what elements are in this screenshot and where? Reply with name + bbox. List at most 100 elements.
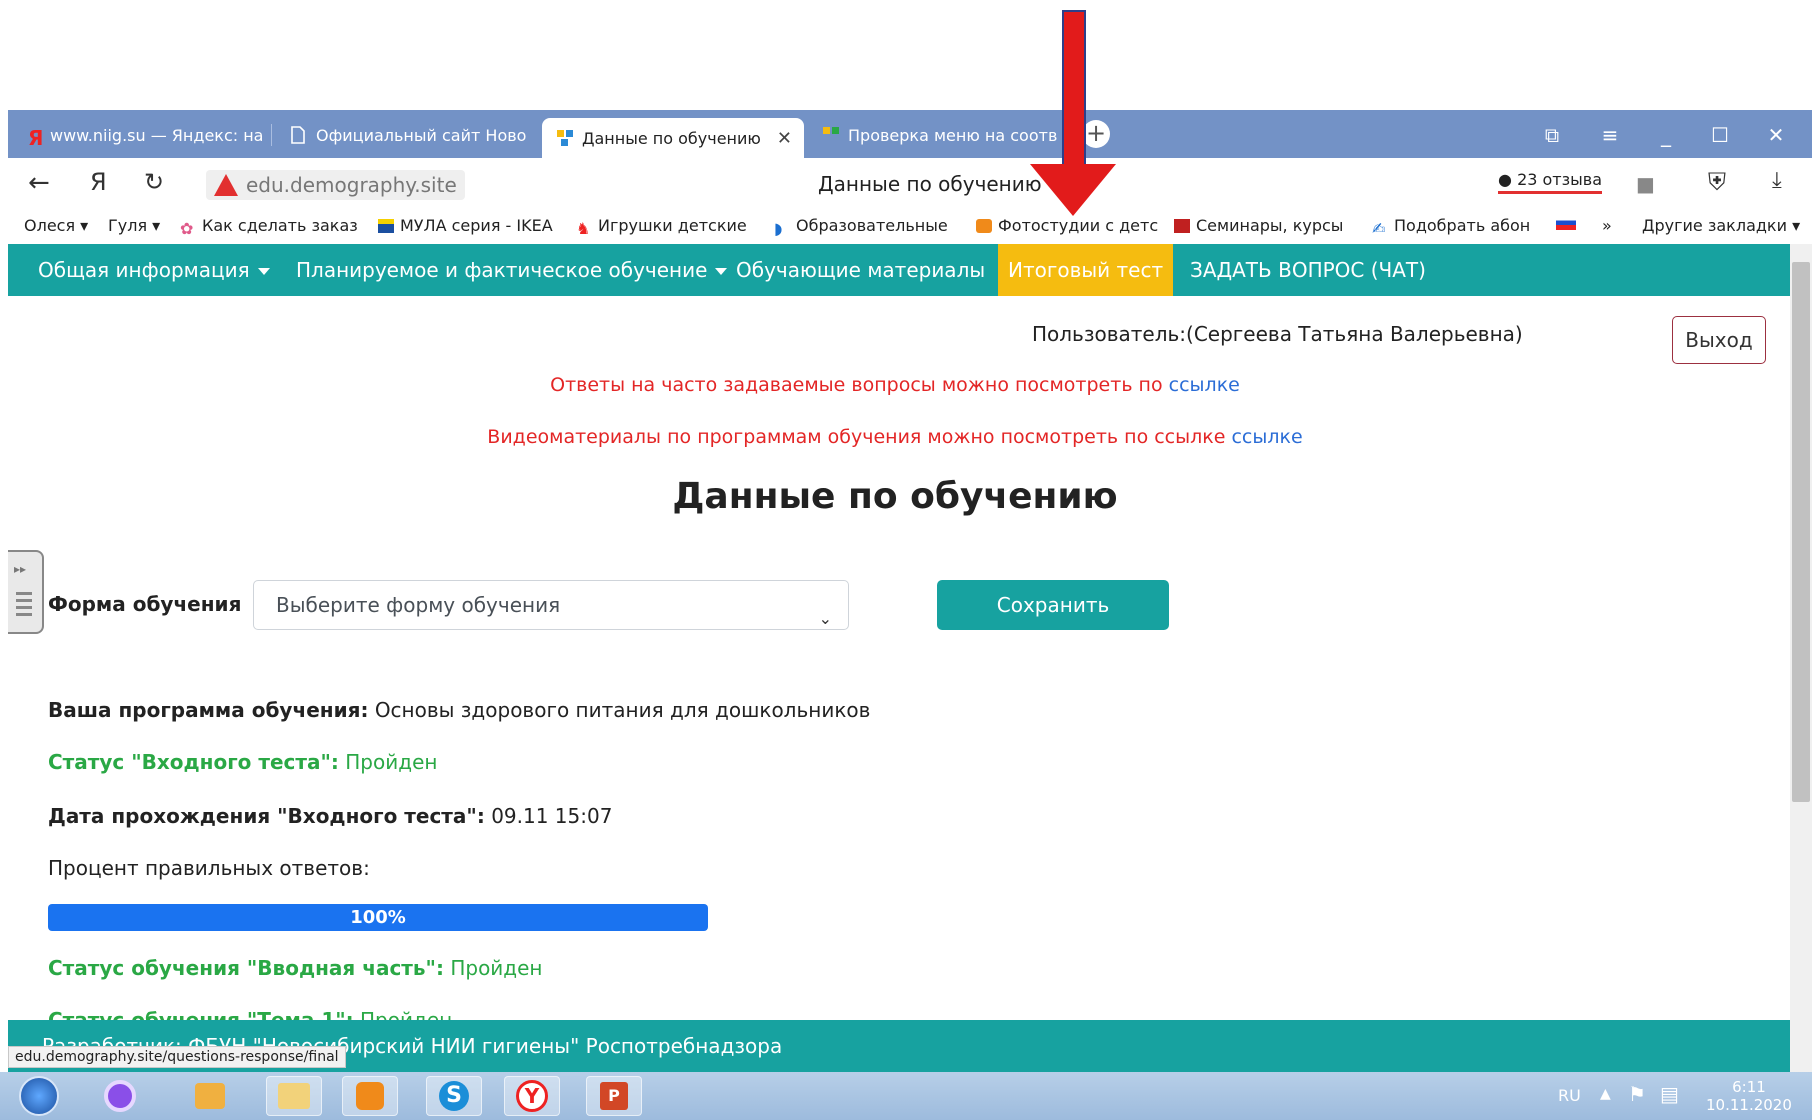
taskbar-explorer[interactable] — [266, 1076, 322, 1116]
bookmark-seminars[interactable]: Семинары, курсы — [1174, 216, 1343, 235]
book-icon — [1174, 218, 1190, 233]
taskbar-powerpoint[interactable]: P — [586, 1076, 642, 1116]
bookmark-order[interactable]: ✿ Как сделать заказ — [180, 216, 358, 238]
other-bookmarks-folder[interactable]: Другие закладки ▾ — [1642, 216, 1800, 235]
new-tab-button[interactable]: + — [1082, 120, 1110, 148]
side-panel-handle[interactable]: ▸▸ — [8, 550, 44, 634]
intro-part-status: Статус обучения "Вводная часть": Пройден — [48, 956, 543, 980]
percent-correct-label: Процент правильных ответов: — [48, 856, 370, 880]
system-clock[interactable]: 6:11 10.11.2020 — [1706, 1078, 1792, 1114]
browser-tab-official-site[interactable]: Официальный сайт Ново — [276, 116, 538, 154]
current-user: Пользователь:(Сергеева Татьяна Валерьевн… — [1032, 322, 1523, 346]
site-navbar: Общая информация Планируемое и фактическ… — [8, 244, 1790, 296]
reload-icon[interactable]: ↻ — [144, 168, 164, 196]
folder-icon — [278, 1083, 310, 1109]
alice-icon — [104, 1080, 136, 1112]
maximize-icon[interactable]: ☐ — [1702, 118, 1738, 152]
bookmark-photostudio[interactable]: Фотостудии с детс — [976, 216, 1158, 235]
bookmark-folder-olesya[interactable]: Олеся ▾ — [24, 216, 88, 235]
nav-general-info[interactable]: Общая информация — [38, 244, 270, 296]
site-icon — [822, 126, 840, 144]
yandex-icon: Я — [28, 126, 44, 150]
tray-expand-icon[interactable]: ▲ — [1600, 1086, 1611, 1102]
caret-down-icon — [257, 268, 270, 275]
start-button[interactable] — [14, 1076, 64, 1116]
taskbar-yandex-browser[interactable]: Y — [504, 1076, 560, 1116]
signature-icon: ✍ — [1372, 218, 1386, 238]
flower-icon: ✿ — [180, 218, 194, 238]
close-tab-icon[interactable]: ✕ — [777, 128, 792, 149]
back-icon[interactable]: ← — [28, 168, 50, 198]
program-info: Ваша программа обучения: Основы здоровог… — [48, 698, 871, 722]
os-taskbar: S Y P ▲ ⚑ ▤ — [0, 1072, 1812, 1120]
browser-tab-yandex[interactable]: Я www.niig.su — Яндекс: на — [14, 116, 272, 154]
chevron-down-icon: ⌄ — [818, 609, 832, 628]
progress-bar: 100% — [48, 904, 708, 931]
caret-down-icon — [715, 268, 728, 275]
form-of-study-label: Форма обучения — [48, 592, 242, 616]
nav-final-test[interactable]: Итоговый тест — [998, 244, 1174, 296]
browser-menu-icon[interactable]: ≡ — [1592, 118, 1628, 152]
nav-training-materials[interactable]: Обучающие материалы — [736, 244, 985, 296]
reviews-badge[interactable]: ● 23 отзыва — [1498, 170, 1602, 194]
scrollbar-thumb[interactable] — [1792, 262, 1810, 802]
taskbar-media-player[interactable] — [342, 1076, 398, 1116]
tab-manager-icon[interactable]: ⧉ — [1534, 118, 1570, 152]
page-icon — [290, 126, 308, 144]
volume-icon[interactable]: ▤ — [1660, 1082, 1679, 1106]
nav-ask-question-chat[interactable]: ЗАДАТЬ ВОПРОС (ЧАТ) — [1190, 244, 1426, 296]
page-title-in-address-bar: Данные по обучению — [818, 172, 1042, 196]
warning-icon — [214, 174, 238, 196]
save-button[interactable]: Сохранить — [937, 580, 1169, 630]
bookmarks-bar: Олеся ▾ Гуля ▾ ✿ Как сделать заказ МУЛА с… — [8, 212, 1812, 242]
download-icon[interactable]: ⤓ — [1772, 168, 1782, 193]
browser-tab-menu-check[interactable]: Проверка меню на соотв — [808, 116, 1068, 154]
powerpoint-icon: P — [600, 1082, 628, 1110]
taskbar-skype[interactable]: S — [426, 1076, 482, 1116]
address-bar-row: ← Я ↻ edu.demography.site Данные по обуч… — [8, 158, 1812, 213]
expand-icon: ▸▸ — [14, 562, 27, 576]
toy-icon: ♞ — [576, 218, 591, 238]
faq-link[interactable]: ссылке — [1169, 374, 1240, 396]
entry-test-date: Дата прохождения "Входного теста": 09.11… — [48, 804, 613, 828]
taskbar-alice[interactable] — [92, 1076, 148, 1116]
yandex-home-icon[interactable]: Я — [90, 168, 107, 196]
annotation-arrow-shaft — [1062, 10, 1086, 170]
close-window-icon[interactable]: ✕ — [1758, 118, 1794, 152]
russia-flag-icon[interactable] — [1556, 216, 1576, 230]
bookmark-ikea[interactable]: МУЛА серия - IKEA — [378, 216, 553, 235]
ikea-icon — [378, 218, 394, 233]
nav-planned-actual-training[interactable]: Планируемое и фактическое обучение — [296, 244, 728, 296]
education-icon: ◗ — [774, 218, 783, 238]
bookmark-folder-gulya[interactable]: Гуля ▾ — [108, 216, 160, 235]
network-icon[interactable]: ⚑ — [1628, 1082, 1646, 1106]
faq-notice: Ответы на часто задаваемые вопросы можно… — [550, 374, 1240, 396]
yandex-browser-icon: Y — [516, 1080, 548, 1112]
grip-icon — [16, 592, 32, 618]
bookmark-icon[interactable]: ■ — [1636, 172, 1655, 196]
page-title: Данные по обучению — [672, 476, 1118, 517]
photo-icon — [976, 218, 992, 233]
address-field[interactable]: edu.demography.site — [206, 170, 465, 200]
paint-icon — [195, 1083, 225, 1109]
form-of-study-select[interactable]: Выберите форму обучения ⌄ — [253, 580, 849, 630]
logout-button[interactable]: Выход — [1672, 316, 1766, 364]
browser-tab-training-data[interactable]: Данные по обучению ✕ — [542, 118, 804, 158]
annotation-arrow-icon — [1030, 164, 1116, 216]
language-indicator[interactable]: RU — [1558, 1086, 1581, 1105]
more-bookmarks-button[interactable]: » — [1602, 216, 1612, 235]
site-icon — [556, 129, 574, 147]
windows-logo-icon — [19, 1076, 59, 1116]
status-bar-url: edu.demography.site/questions-response/f… — [8, 1046, 346, 1068]
skype-icon: S — [439, 1081, 469, 1111]
video-link[interactable]: ссылке — [1231, 426, 1302, 448]
bookmark-education[interactable]: ◗ Образовательные — [774, 216, 948, 238]
taskbar-paint[interactable] — [182, 1076, 238, 1116]
browser-tab-bar: Я www.niig.su — Яндекс: на Официальный с… — [8, 110, 1812, 158]
minimize-icon[interactable]: _ — [1648, 118, 1684, 152]
protect-icon[interactable]: ⛨ — [1708, 168, 1726, 196]
bookmark-subscription[interactable]: ✍ Подобрать абон — [1372, 216, 1530, 238]
media-player-icon — [356, 1082, 384, 1110]
comment-icon: ● — [1498, 170, 1512, 189]
bookmark-toys[interactable]: ♞ Игрушки детские — [576, 216, 747, 238]
